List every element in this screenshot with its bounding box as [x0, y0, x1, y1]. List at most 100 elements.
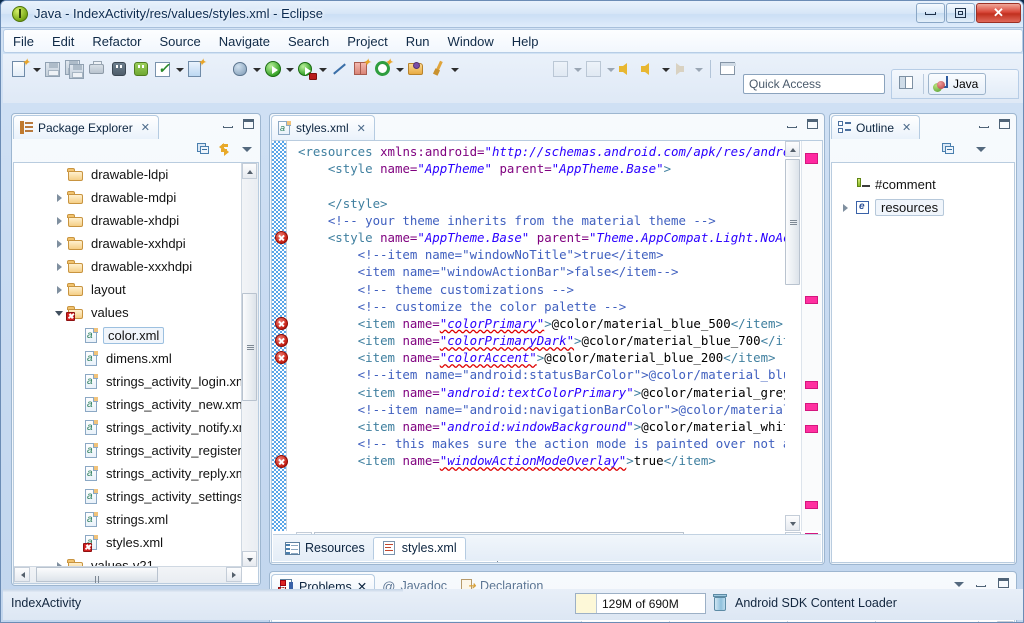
expand-arrow-icon[interactable] — [54, 307, 66, 319]
save-all-icon[interactable] — [65, 59, 85, 79]
error-marker-icon[interactable] — [275, 231, 288, 244]
next-annotation-icon[interactable] — [551, 59, 571, 79]
new-java-project-icon[interactable]: ✦ — [351, 58, 371, 79]
debug-icon[interactable] — [230, 59, 250, 79]
menu-help[interactable]: Help — [503, 31, 548, 52]
tree-item-dimens-xml[interactable]: a dimens.xml — [14, 347, 242, 370]
open-type-icon[interactable] — [406, 59, 426, 79]
collapse-arrow-icon[interactable] — [54, 261, 66, 273]
tab-styles-source[interactable]: styles.xml — [372, 536, 466, 560]
maximize-icon[interactable] — [998, 118, 1011, 131]
new-icon[interactable]: ✦ — [10, 58, 30, 79]
scroll-thumb-h[interactable] — [36, 567, 158, 583]
tree-item-color-xml[interactable]: a color.xml — [14, 324, 242, 347]
overview-marker[interactable] — [805, 425, 818, 433]
editor-vscrollbar[interactable] — [785, 141, 801, 531]
outline-item-resources[interactable]: e resources — [832, 196, 1014, 219]
last-edit-location-icon[interactable] — [617, 59, 637, 79]
package-explorer-hscrollbar[interactable] — [14, 566, 242, 583]
outline-item--comment[interactable]: #comment — [832, 173, 1014, 196]
collapse-arrow-icon[interactable] — [54, 215, 66, 227]
tree-item-values[interactable]: ✖ values — [14, 301, 242, 324]
tree-item-strings-xml[interactable]: a strings.xml — [14, 508, 242, 531]
link-with-editor-icon[interactable] — [219, 142, 232, 156]
tree-item-strings-activity-new-xml[interactable]: a strings_activity_new.xml — [14, 393, 242, 416]
back-dropdown-arrow-icon[interactable] — [660, 59, 671, 79]
close-icon[interactable]: ✕ — [141, 121, 150, 134]
maximize-icon[interactable] — [242, 118, 255, 131]
view-menu-icon[interactable] — [241, 142, 254, 155]
search-dropdown-arrow-icon[interactable] — [449, 59, 460, 79]
package-explorer-tree[interactable]: drawable-ldpi drawable-mdpi drawable-xhdpi… — [13, 162, 259, 584]
scroll-up-button[interactable] — [242, 163, 257, 179]
previous-annotation-dropdown-arrow-icon[interactable] — [605, 59, 616, 79]
overview-marker[interactable] — [805, 501, 818, 509]
menu-navigate[interactable]: Navigate — [210, 31, 279, 52]
tab-styles-xml[interactable]: a styles.xml ✕ — [271, 115, 375, 140]
error-marker-icon[interactable] — [275, 334, 288, 348]
close-icon[interactable]: ✕ — [902, 121, 911, 134]
new-xml-file-icon[interactable]: ✦ — [186, 58, 206, 79]
scroll-up-button[interactable] — [785, 141, 800, 157]
debug-dropdown-arrow-icon[interactable] — [251, 59, 262, 79]
search-pen-icon[interactable] — [428, 59, 448, 79]
tree-item-strings-activity-notify-xml[interactable]: a strings_activity_notify.xml — [14, 416, 242, 439]
forward-icon[interactable] — [672, 59, 692, 79]
previous-annotation-icon[interactable] — [584, 59, 604, 79]
tree-item-drawable-xxxhdpi[interactable]: drawable-xxxhdpi — [14, 255, 242, 278]
tab-package-explorer[interactable]: Package Explorer ✕ — [13, 115, 159, 139]
scroll-thumb[interactable] — [785, 159, 800, 285]
open-perspective-icon[interactable] — [897, 73, 919, 95]
close-icon[interactable]: ✕ — [357, 122, 366, 135]
editor-error-markers[interactable] — [272, 141, 296, 531]
forward-dropdown-arrow-icon[interactable] — [693, 59, 704, 79]
android-avd-manager-icon[interactable] — [131, 59, 151, 79]
menu-run[interactable]: Run — [397, 31, 439, 52]
run-external-tools-icon[interactable] — [296, 59, 317, 80]
error-marker-icon[interactable] — [275, 454, 288, 468]
minimize-button[interactable] — [916, 3, 945, 23]
overview-marker[interactable] — [805, 381, 818, 389]
minimize-icon[interactable] — [786, 118, 799, 131]
tab-outline[interactable]: Outline ✕ — [831, 115, 921, 139]
maximize-button[interactable] — [946, 3, 975, 23]
outline-tree[interactable]: #comment e resources — [831, 162, 1015, 563]
new-annotation-icon[interactable]: ✦ — [373, 58, 393, 79]
tree-item-styles-xml[interactable]: a✖ styles.xml — [14, 531, 242, 554]
error-marker-icon[interactable] — [275, 351, 288, 365]
package-explorer-vscrollbar[interactable] — [241, 163, 258, 567]
perspective-java-button[interactable]: Java — [928, 73, 987, 95]
overview-marker[interactable] — [805, 296, 818, 304]
check-dropdown-arrow-icon[interactable] — [174, 59, 185, 79]
skip-breakpoints-icon[interactable] — [329, 59, 349, 79]
android-sdk-manager-icon[interactable] — [109, 59, 129, 79]
collapse-all-icon[interactable] — [197, 142, 210, 155]
menu-file[interactable]: File — [4, 31, 43, 52]
back-icon[interactable] — [639, 59, 659, 79]
code-text-area[interactable]: <resources xmlns:android="http://schemas… — [298, 143, 785, 531]
tree-item-layout[interactable]: layout — [14, 278, 242, 301]
next-annotation-dropdown-arrow-icon[interactable] — [572, 59, 583, 79]
tree-item-drawable-ldpi[interactable]: drawable-ldpi — [14, 163, 242, 186]
quick-access-input[interactable]: Quick Access — [743, 74, 885, 94]
trash-icon[interactable] — [713, 594, 728, 612]
menu-window[interactable]: Window — [439, 31, 503, 52]
menu-source[interactable]: Source — [151, 31, 210, 52]
tab-resources[interactable]: Resources — [277, 537, 373, 560]
tree-item-drawable-mdpi[interactable]: drawable-mdpi — [14, 186, 242, 209]
scroll-down-button[interactable] — [242, 551, 257, 567]
annotation-dropdown-arrow-icon[interactable] — [394, 59, 405, 79]
menu-refactor[interactable]: Refactor — [83, 31, 150, 52]
save-icon[interactable] — [43, 59, 63, 79]
tree-item-drawable-xhdpi[interactable]: drawable-xhdpi — [14, 209, 242, 232]
menu-search[interactable]: Search — [279, 31, 338, 52]
view-menu-icon[interactable] — [975, 142, 988, 155]
tree-item-strings-activity-settings-xml[interactable]: a strings_activity_settings.xml — [14, 485, 242, 508]
new-window-icon[interactable] — [718, 59, 738, 79]
scroll-right-button[interactable] — [226, 567, 242, 582]
tree-item-strings-activity-login-xml[interactable]: a strings_activity_login.xml — [14, 370, 242, 393]
run-icon[interactable] — [263, 59, 283, 79]
collapse-arrow-icon[interactable] — [840, 202, 852, 214]
scroll-down-button[interactable] — [785, 515, 800, 531]
minimize-icon[interactable] — [978, 118, 991, 131]
